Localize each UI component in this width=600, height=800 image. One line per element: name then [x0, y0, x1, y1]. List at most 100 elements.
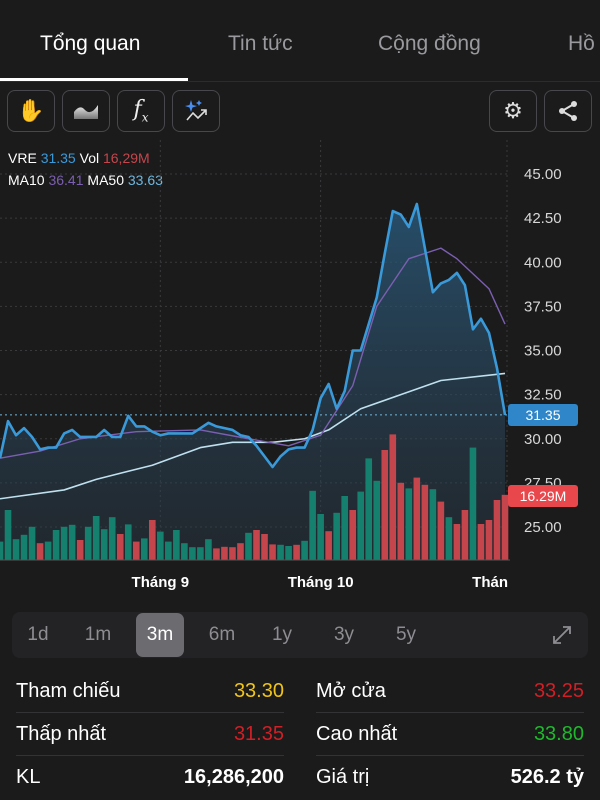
period-1d[interactable]: 1d	[14, 613, 62, 657]
volume-bar	[381, 450, 389, 560]
volume-bar	[373, 480, 381, 560]
pan-button[interactable]: ✋	[7, 90, 55, 132]
volume-bar	[181, 543, 188, 560]
volume-bar	[36, 543, 44, 560]
volume-bar	[309, 490, 316, 560]
chart-type-button[interactable]	[62, 90, 110, 132]
volume-bar	[116, 534, 124, 560]
volume-bar	[197, 547, 204, 560]
stat-value: 33.80	[533, 722, 584, 745]
tab-community[interactable]: Cộng đồng	[378, 32, 481, 56]
volume-bar	[421, 484, 429, 560]
stat-value: 16,286,200	[183, 766, 284, 788]
volume-bar	[149, 520, 156, 560]
volume-bar	[173, 530, 180, 560]
price-area	[0, 204, 505, 560]
volume-bar	[229, 547, 236, 560]
volume-bar	[285, 546, 292, 560]
period-selector: 1d 1m 3m 6m 1y 3y 5y	[12, 612, 588, 658]
price-chart[interactable]: 45.0042.5040.0037.5035.0032.5030.0027.50…	[0, 140, 600, 600]
last-price-tag: 31.35	[508, 404, 578, 426]
volume-bar	[485, 520, 493, 560]
volume-bar	[253, 530, 260, 560]
stat-label: KL	[16, 766, 41, 788]
indicator-button[interactable]: fx	[117, 90, 165, 132]
tab-bar: Tổng quan Tin tức Cộng đồng Hồ	[0, 0, 600, 82]
y-tick-label: 30.00	[524, 431, 562, 448]
volume-bar	[44, 541, 52, 560]
volume-bar	[245, 532, 252, 560]
stat-5: Giá trị 526.2 tỷ	[316, 756, 584, 799]
share-button[interactable]	[544, 90, 592, 132]
stat-value: 33.25	[533, 679, 584, 702]
share-icon	[559, 101, 577, 121]
settings-button[interactable]: ⚙	[489, 90, 537, 132]
volume-bar	[317, 514, 324, 560]
period-6m[interactable]: 6m	[198, 613, 246, 657]
y-tick-label: 40.00	[524, 254, 562, 271]
last-volume-tag: 16.29M	[508, 485, 578, 507]
volume-bar	[261, 534, 268, 560]
gear-icon: ⚙	[503, 98, 523, 123]
volume-bar	[397, 482, 405, 560]
period-1y[interactable]: 1y	[258, 613, 306, 657]
volume-bar	[189, 547, 196, 560]
fullscreen-button[interactable]	[538, 613, 586, 657]
active-tab-indicator	[0, 78, 188, 81]
stat-0: Tham chiếu 33.30	[16, 670, 284, 713]
tab-more[interactable]: Hồ	[568, 32, 595, 56]
volume-bar	[213, 548, 220, 560]
volume-bar	[445, 517, 453, 560]
volume-bar	[301, 540, 308, 560]
stat-4: KL 16,286,200	[16, 756, 284, 799]
y-tick-label: 35.00	[524, 343, 562, 360]
volume-bar	[277, 544, 284, 560]
x-tick-label: Tháng 9	[132, 574, 190, 591]
volume-bar	[52, 530, 60, 560]
volume-bar	[461, 510, 469, 560]
period-1m[interactable]: 1m	[74, 613, 122, 657]
volume-bar	[132, 541, 140, 560]
tab-overview[interactable]: Tổng quan	[40, 32, 140, 56]
stat-label: Mở cửa	[316, 679, 386, 702]
volume-bar	[157, 531, 164, 560]
volume-bar	[405, 488, 413, 560]
volume-bar	[221, 546, 228, 560]
volume-bar	[341, 496, 348, 560]
volume-bar	[453, 524, 461, 560]
hand-icon: ✋	[17, 98, 45, 123]
volume-bar	[60, 526, 68, 560]
ai-analysis-button[interactable]	[172, 90, 220, 132]
stat-label: Thấp nhất	[16, 722, 107, 745]
volume-bar	[76, 540, 84, 560]
volume-bar	[100, 529, 108, 560]
y-tick-label: 45.00	[524, 166, 562, 183]
stat-1: Mở cửa 33.25	[316, 670, 584, 713]
volume-bar	[28, 526, 36, 560]
volume-bar	[493, 500, 501, 560]
volume-bar	[205, 539, 212, 560]
volume-bar	[68, 524, 76, 560]
volume-bar	[477, 524, 485, 560]
volume-bar	[365, 458, 373, 560]
x-tick-label: Tháng 10	[288, 574, 354, 591]
area-chart-icon	[74, 105, 98, 119]
stat-2: Thấp nhất 31.35	[16, 713, 284, 756]
volume-bar	[20, 534, 28, 560]
volume-bar	[12, 539, 20, 560]
tab-news[interactable]: Tin tức	[228, 32, 293, 56]
y-tick-label: 32.50	[524, 387, 562, 404]
period-3m[interactable]: 3m	[136, 613, 184, 657]
volume-bar	[269, 544, 276, 560]
period-3y[interactable]: 3y	[320, 613, 368, 657]
volume-bar	[237, 543, 244, 560]
stat-label: Tham chiếu	[16, 679, 121, 702]
stat-label: Cao nhất	[316, 722, 398, 745]
period-5y[interactable]: 5y	[382, 613, 430, 657]
volume-bar	[4, 510, 12, 560]
stat-value: 33.30	[233, 679, 284, 702]
y-tick-label: 37.50	[524, 298, 562, 315]
stat-value: 526.2 tỷ	[510, 766, 584, 788]
y-tick-label: 25.00	[524, 519, 562, 536]
volume-bar	[333, 512, 340, 560]
